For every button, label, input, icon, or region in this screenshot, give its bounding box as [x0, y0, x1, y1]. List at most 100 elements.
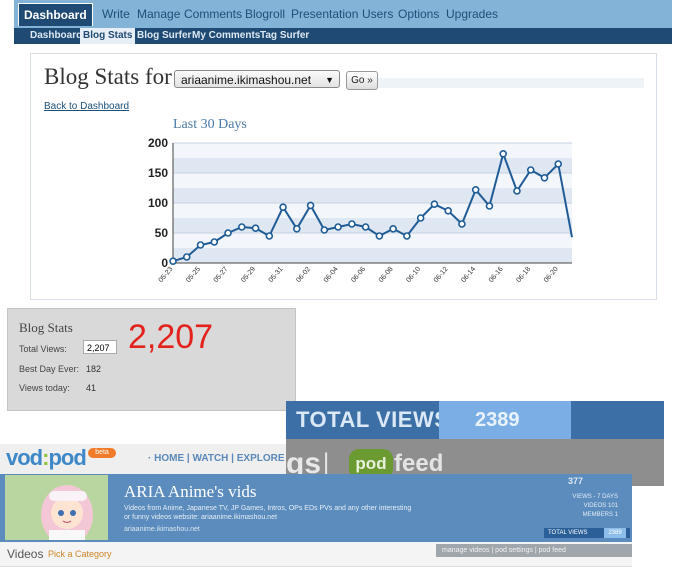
go-button[interactable]: Go » [346, 71, 378, 90]
y-tick-label: 200 [148, 136, 168, 150]
manage-links[interactable]: manage videos | pod settings | pod feed [436, 544, 632, 557]
total-views-banner-label: TOTAL VIEWS [296, 407, 450, 432]
subnav-tag-surfer[interactable]: Tag Surfer [260, 30, 309, 41]
data-point [513, 187, 521, 195]
nav-blogroll[interactable]: Blogroll [245, 7, 285, 21]
sub-navigation: Dashboard Blog Stats Blog Surfer My Comm… [14, 28, 672, 44]
best-day-label: Best Day Ever: [19, 364, 80, 374]
x-tick-label: 06-14 [460, 266, 477, 284]
panel-title: Blog Stats [19, 320, 73, 335]
nav-users[interactable]: Users [362, 7, 393, 21]
side-stat-videos: VIDEOS 101 [583, 503, 618, 509]
total-views-banner: TOTAL VIEWS 2389 [286, 401, 664, 439]
chart-band [173, 188, 572, 203]
beta-badge: beta [88, 448, 116, 458]
data-point [485, 202, 494, 210]
subnav-blog-stats[interactable]: Blog Stats [80, 28, 136, 44]
x-tick-label: 06-18 [515, 266, 532, 284]
side-stat-views-7-days: VIEWS - 7 DAYS [572, 494, 618, 500]
data-point [279, 203, 287, 211]
nav-presentation[interactable]: Presentation [291, 7, 358, 21]
vids-title[interactable]: ARIA Anime's vids [124, 482, 256, 502]
data-point [471, 185, 480, 194]
subnav-blog-surfer[interactable]: Blog Surfer [137, 30, 191, 41]
pod-side-stats: VIEWS - 7 DAYS VIDEOS 101 MEMBERS 1 [538, 494, 618, 521]
views-today-label: Views today: [19, 383, 70, 393]
data-point [458, 220, 466, 228]
logo-pod: pod [48, 445, 86, 470]
data-point [224, 229, 232, 237]
nav-write[interactable]: Write [102, 7, 130, 21]
nav-manage[interactable]: Manage [137, 7, 180, 21]
total-views-highlight: 2,207 [128, 318, 214, 356]
anime-avatar-image [5, 475, 108, 540]
data-point [293, 225, 301, 233]
data-point [430, 200, 439, 208]
chart-band [173, 143, 572, 158]
data-point [182, 253, 191, 261]
data-point [210, 238, 219, 246]
vodpod-nav[interactable]: · HOME | WATCH | EXPLORE [148, 453, 285, 464]
x-tick-label: 06-16 [488, 266, 505, 284]
vodpod-logo[interactable]: vod:pod [6, 445, 87, 471]
subnav-dashboard[interactable]: Dashboard [30, 30, 82, 41]
views-line-chart: 05010015020005-23 05-25 05-27 05-29 05-31 06-… [148, 136, 573, 284]
data-point [169, 257, 177, 265]
vids-url[interactable]: ariaanime.ikimashou.net [124, 526, 200, 533]
total-views-small-value: 2389 [604, 528, 626, 538]
vids-description: Videos from Anime, Japanese TV, JP Games… [124, 505, 412, 521]
data-point [251, 224, 260, 232]
nav-comments[interactable]: Comments [184, 7, 242, 21]
nav-options[interactable]: Options [398, 7, 439, 21]
y-tick-label: 50 [155, 226, 169, 240]
y-tick-label: 100 [148, 196, 168, 210]
data-point [334, 223, 342, 231]
x-tick-label: 06-06 [350, 266, 367, 284]
chart-band [173, 203, 572, 218]
title-underline [378, 78, 644, 88]
logo-vod: vod [6, 445, 43, 470]
views-today-value: 41 [86, 383, 97, 393]
data-point [306, 201, 315, 210]
x-tick-label: 06-12 [433, 266, 450, 284]
blog-select-dropdown[interactable]: ariaanime.ikimashou.net ▼ [174, 70, 340, 88]
best-day-value: 182 [86, 364, 102, 374]
nav-dashboard[interactable]: Dashboard [18, 3, 93, 26]
nav-upgrades[interactable]: Upgrades [446, 7, 498, 21]
total-views-label: Total Views: [19, 344, 67, 354]
data-point [526, 166, 535, 174]
overlay-divider: | [323, 449, 330, 476]
x-tick-label: 05-25 [185, 266, 202, 284]
data-point [444, 207, 452, 215]
total-views-banner-value: 2389 [439, 401, 571, 439]
x-tick-label: 05-23 [158, 266, 175, 284]
page-title: Blog Stats for [44, 64, 172, 89]
x-tick-label: 06-20 [543, 266, 560, 284]
pick-category-link[interactable]: Pick a Category [48, 549, 112, 559]
data-point [416, 214, 425, 222]
x-tick-label: 05-29 [240, 266, 257, 284]
total-views-value: 2,207 [83, 340, 117, 354]
total-views-small: TOTAL VIEWS 2389 [544, 528, 630, 538]
data-point [499, 149, 508, 158]
blog-select-value: ariaanime.ikimashou.net [181, 73, 312, 87]
avatar[interactable] [5, 475, 108, 540]
data-point [403, 232, 411, 240]
back-to-dashboard-link[interactable]: Back to Dashboard [44, 101, 129, 112]
data-point [265, 232, 274, 240]
x-tick-label: 06-02 [295, 266, 312, 284]
data-point [389, 225, 397, 233]
dropdown-arrow-icon: ▼ [325, 75, 334, 85]
data-point [348, 220, 356, 228]
top-count: 377 [568, 476, 584, 486]
videos-heading: Videos [7, 547, 44, 561]
subnav-my-comments[interactable]: My Comments [192, 30, 260, 41]
chart-heading: Last 30 Days [173, 117, 247, 132]
data-point [237, 223, 246, 231]
chart-band [173, 158, 572, 173]
top-navigation: Dashboard Write Manage Comments Blogroll… [14, 0, 672, 28]
data-point [540, 173, 549, 182]
data-point [320, 226, 329, 234]
data-point [375, 232, 384, 240]
data-point [196, 241, 205, 249]
